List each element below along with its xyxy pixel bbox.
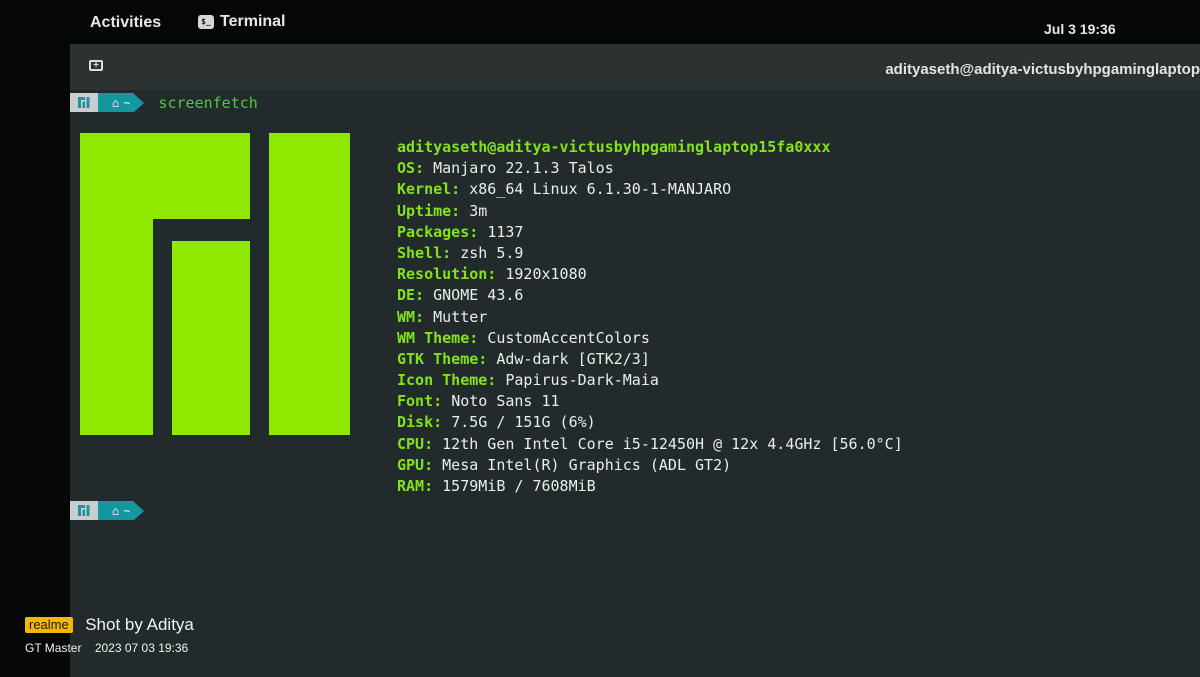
os-segment <box>70 501 98 520</box>
info-label: Packages: <box>397 222 479 241</box>
info-value: 7.5G / 151G (6%) <box>451 413 596 432</box>
logo-right-bar <box>269 133 350 435</box>
info-row: Shell: zsh 5.9 <box>397 243 903 264</box>
device-label: GT Master <box>25 641 82 655</box>
info-row: OS: Manjaro 22.1.3 Talos <box>397 158 903 179</box>
info-value: Papirus-Dark-Maia <box>505 371 659 390</box>
info-row: CPU: 12th Gen Intel Core i5-12450H @ 12x… <box>397 434 903 455</box>
info-row: DE: GNOME 43.6 <box>397 285 903 306</box>
info-row: WM Theme: CustomAccentColors <box>397 328 903 349</box>
home-icon: ⌂ <box>112 95 120 110</box>
info-row: Packages: 1137 <box>397 222 903 243</box>
info-label: RAM: <box>397 477 434 495</box>
window-title: adityaseth@aditya-victusbyhpgaminglaptop <box>885 61 1200 78</box>
info-row: Disk: 7.5G / 151G (6%) <box>397 412 903 433</box>
info-row: Icon Theme: Papirus-Dark-Maia <box>397 370 903 391</box>
info-label: Disk: <box>397 413 443 432</box>
prompt-line-2: ⌂ ~ <box>70 501 145 520</box>
manjaro-logo-icon <box>78 505 90 516</box>
info-label: Kernel: <box>397 180 461 199</box>
app-menu-label: Terminal <box>220 13 286 30</box>
prompt-arrow <box>134 93 145 112</box>
info-value: 3m <box>469 201 488 220</box>
info-label: WM: <box>397 307 425 326</box>
manjaro-ascii-logo <box>80 133 350 435</box>
info-value: 1920x1080 <box>505 265 587 284</box>
info-label: GPU: <box>397 455 434 474</box>
logo-middle-bar <box>172 241 250 435</box>
info-row: GPU: Mesa Intel(R) Graphics (ADL GT2) <box>397 455 903 476</box>
new-tab-icon[interactable]: + <box>89 60 103 71</box>
home-icon: ⌂ <box>112 503 120 518</box>
manjaro-logo-icon <box>78 97 90 108</box>
cwd-label: ~ <box>123 503 131 518</box>
info-value: CustomAccentColors <box>487 328 650 347</box>
info-label: Uptime: <box>397 201 461 220</box>
info-label: CPU: <box>397 434 434 453</box>
terminal-icon: $_ <box>198 15 214 29</box>
camera-watermark: realme Shot by Aditya GT Master 2023 07 … <box>25 615 198 655</box>
info-row: Font: Noto Sans 11 <box>397 391 903 412</box>
info-label: WM Theme: <box>397 328 479 347</box>
command-text: screenfetch <box>158 93 258 112</box>
info-row: Kernel: x86_64 Linux 6.1.30-1-MANJARO <box>397 179 903 200</box>
info-value: GNOME 43.6 <box>433 286 524 305</box>
info-value: 12th Gen Intel Core i5-12450H @ 12x 4.4G… <box>442 434 903 453</box>
cwd-label: ~ <box>123 95 131 110</box>
prompt-arrow <box>134 501 145 520</box>
info-label: DE: <box>397 286 425 305</box>
info-row: Uptime: 3m <box>397 201 903 222</box>
info-value: Mutter <box>433 307 488 326</box>
info-value: Adw-dark [GTK2/3] <box>496 349 650 368</box>
system-info: adityaseth@aditya-victusbyhpgaminglaptop… <box>397 137 903 497</box>
info-label: Resolution: <box>397 265 497 284</box>
home-segment: ⌂ ~ <box>98 501 135 520</box>
info-value: 1137 <box>487 222 524 241</box>
terminal-output[interactable]: ⌂ ~ screenfetch adityaseth@aditya-victus… <box>70 90 1200 677</box>
gnome-top-bar: Activities $_ Terminal Jul 3 19:36 <box>70 0 1200 44</box>
info-value: zsh 5.9 <box>460 243 524 262</box>
home-segment: ⌂ ~ <box>98 93 135 112</box>
info-label: Font: <box>397 392 443 411</box>
info-value: Manjaro 22.1.3 Talos <box>433 159 614 178</box>
info-row: WM: Mutter <box>397 307 903 328</box>
os-segment <box>70 93 98 112</box>
datetime-label: 2023 07 03 19:36 <box>94 641 189 655</box>
info-row: RAM: 1579MiB / 7608MiB <box>397 476 903 497</box>
info-label: GTK Theme: <box>397 349 488 368</box>
info-value: x86_64 Linux 6.1.30-1-MANJARO <box>469 180 732 199</box>
terminal-header-bar: + adityaseth@aditya-victusbyhpgaminglapt… <box>70 44 1200 90</box>
info-value: Noto Sans 11 <box>451 392 560 411</box>
prompt-line: ⌂ ~ screenfetch <box>70 93 258 112</box>
info-value: 1579MiB / 7608MiB <box>442 477 596 495</box>
info-row: GTK Theme: Adw-dark [GTK2/3] <box>397 349 903 370</box>
user-host: adityaseth@aditya-victusbyhpgaminglaptop… <box>397 138 831 156</box>
activities-button[interactable]: Activities <box>90 14 161 32</box>
info-row: Resolution: 1920x1080 <box>397 264 903 285</box>
info-label: Icon Theme: <box>397 371 497 390</box>
info-label: Shell: <box>397 243 452 262</box>
info-value: Mesa Intel(R) Graphics (ADL GT2) <box>442 455 732 474</box>
app-menu[interactable]: $_ Terminal <box>198 13 286 31</box>
clock[interactable]: Jul 3 19:36 <box>1044 21 1116 37</box>
info-label: OS: <box>397 159 425 178</box>
shot-by-label: Shot by Aditya <box>85 615 194 634</box>
brand-badge: realme <box>25 617 73 633</box>
logo-left-bar <box>80 133 153 435</box>
